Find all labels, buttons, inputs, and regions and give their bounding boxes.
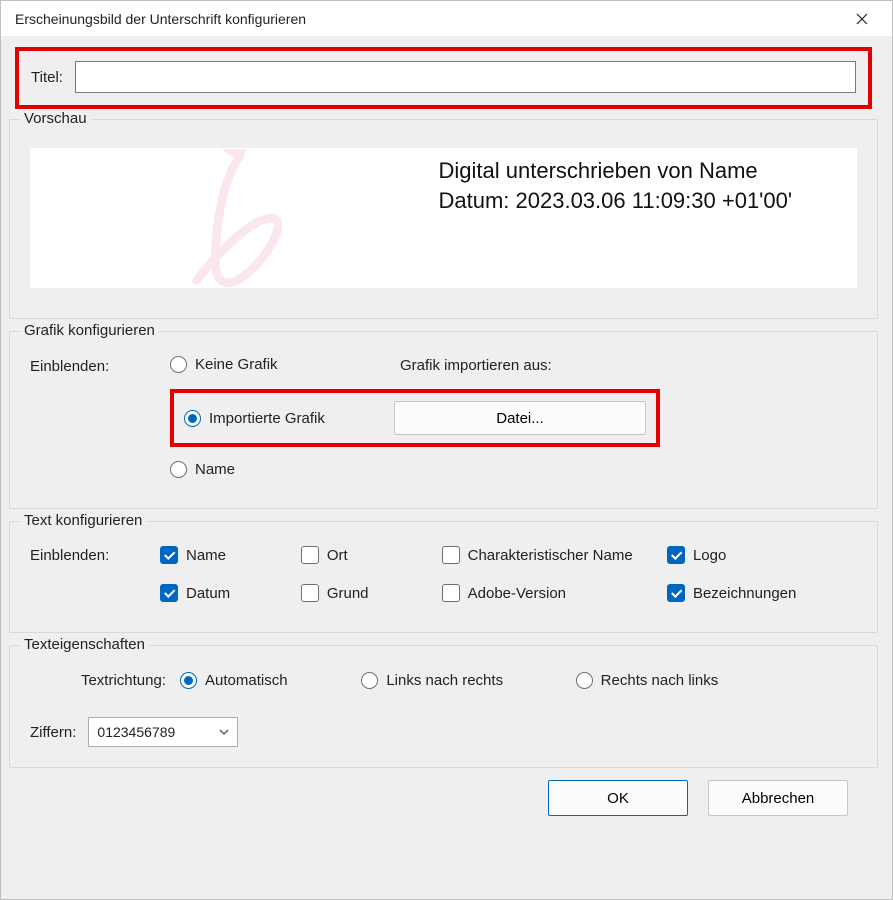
check-ort-label: Ort bbox=[327, 547, 348, 564]
check-cn[interactable]: Charakteristischer Name bbox=[442, 546, 667, 564]
ok-button[interactable]: OK bbox=[548, 780, 688, 816]
check-logo-label: Logo bbox=[693, 547, 726, 564]
adobe-logo-ghost-icon bbox=[164, 143, 304, 293]
check-logo[interactable]: Logo bbox=[667, 546, 850, 564]
checkbox-icon bbox=[442, 546, 460, 564]
radio-direction-auto[interactable]: Automatisch bbox=[180, 672, 361, 689]
preview-section: Vorschau Digital unterschrieben von Name… bbox=[9, 119, 878, 319]
preview-graphic-area bbox=[30, 148, 439, 288]
footer: OK Abbrechen bbox=[9, 780, 878, 820]
text-section: Text konfigurieren Einblenden: Name Ort … bbox=[9, 521, 878, 633]
text-props-section: Texteigenschaften Textrichtung: Automati… bbox=[9, 645, 878, 768]
checkbox-icon bbox=[442, 584, 460, 602]
checkbox-icon bbox=[667, 584, 685, 602]
radio-icon bbox=[576, 672, 593, 689]
radio-icon bbox=[170, 461, 187, 478]
radio-no-graphic-label: Keine Grafik bbox=[195, 356, 278, 373]
radio-direction-rtl[interactable]: Rechts nach links bbox=[576, 672, 790, 689]
graphic-section: Grafik konfigurieren Einblenden: Keine G… bbox=[9, 331, 878, 509]
radio-name[interactable]: Name bbox=[170, 461, 390, 478]
signature-preview: Digital unterschrieben von Name Datum: 2… bbox=[30, 148, 857, 288]
checkbox-icon bbox=[301, 546, 319, 564]
check-ort[interactable]: Ort bbox=[301, 546, 442, 564]
checkbox-icon bbox=[160, 546, 178, 564]
check-datum-label: Datum bbox=[186, 585, 230, 602]
radio-icon bbox=[184, 410, 201, 427]
checkbox-icon bbox=[160, 584, 178, 602]
graphic-show-label: Einblenden: bbox=[30, 356, 160, 375]
radio-rtl-label: Rechts nach links bbox=[601, 672, 719, 689]
text-props-legend: Texteigenschaften bbox=[20, 636, 149, 653]
check-bez[interactable]: Bezeichnungen bbox=[667, 584, 850, 602]
title-label: Titel: bbox=[31, 69, 63, 86]
checkbox-icon bbox=[301, 584, 319, 602]
chevron-down-icon bbox=[219, 729, 229, 735]
file-button[interactable]: Datei... bbox=[394, 401, 646, 435]
direction-label: Textrichtung: bbox=[30, 672, 180, 689]
check-datum[interactable]: Datum bbox=[160, 584, 301, 602]
scroll-area[interactable]: Titel: Vorschau Digital unterschrieben v… bbox=[9, 45, 892, 891]
digits-value: 0123456789 bbox=[97, 724, 175, 740]
graphic-legend: Grafik konfigurieren bbox=[20, 322, 159, 339]
check-adobe-label: Adobe-Version bbox=[468, 585, 566, 602]
checkbox-icon bbox=[667, 546, 685, 564]
check-grund-label: Grund bbox=[327, 585, 369, 602]
preview-text-area: Digital unterschrieben von Name Datum: 2… bbox=[439, 148, 858, 288]
window-title: Erscheinungsbild der Unterschrift konfig… bbox=[15, 11, 840, 27]
titlebar: Erscheinungsbild der Unterschrift konfig… bbox=[1, 1, 892, 37]
check-bez-label: Bezeichnungen bbox=[693, 585, 796, 602]
radio-no-graphic[interactable]: Keine Grafik bbox=[170, 356, 390, 373]
radio-ltr-label: Links nach rechts bbox=[386, 672, 503, 689]
preview-legend: Vorschau bbox=[20, 110, 91, 127]
title-row-highlight: Titel: bbox=[15, 47, 872, 109]
check-name-label: Name bbox=[186, 547, 226, 564]
close-button[interactable] bbox=[840, 4, 884, 34]
radio-imported-graphic[interactable]: Importierte Grafik bbox=[184, 410, 384, 427]
cancel-button[interactable]: Abbrechen bbox=[708, 780, 848, 816]
check-cn-label: Charakteristischer Name bbox=[468, 547, 633, 564]
text-legend: Text konfigurieren bbox=[20, 512, 146, 529]
radio-icon bbox=[180, 672, 197, 689]
close-icon bbox=[856, 13, 868, 25]
imported-graphic-highlight: Importierte Grafik Datei... bbox=[170, 389, 660, 447]
preview-signed-by: Digital unterschrieben von Name bbox=[439, 156, 848, 186]
radio-icon bbox=[361, 672, 378, 689]
check-grund[interactable]: Grund bbox=[301, 584, 442, 602]
radio-icon bbox=[170, 356, 187, 373]
check-name[interactable]: Name bbox=[160, 546, 301, 564]
title-input[interactable] bbox=[75, 61, 856, 93]
check-adobe[interactable]: Adobe-Version bbox=[442, 584, 667, 602]
client-area: Titel: Vorschau Digital unterschrieben v… bbox=[1, 37, 892, 899]
text-show-label: Einblenden: bbox=[30, 547, 160, 564]
digits-label: Ziffern: bbox=[30, 724, 76, 741]
radio-auto-label: Automatisch bbox=[205, 672, 288, 689]
radio-direction-ltr[interactable]: Links nach rechts bbox=[361, 672, 575, 689]
dialog-window: Erscheinungsbild der Unterschrift konfig… bbox=[0, 0, 893, 900]
digits-combobox[interactable]: 0123456789 bbox=[88, 717, 238, 747]
radio-name-label: Name bbox=[195, 461, 235, 478]
radio-imported-label: Importierte Grafik bbox=[209, 410, 325, 427]
graphic-import-label: Grafik importieren aus: bbox=[400, 357, 660, 374]
preview-date: Datum: 2023.03.06 11:09:30 +01'00' bbox=[439, 186, 848, 216]
